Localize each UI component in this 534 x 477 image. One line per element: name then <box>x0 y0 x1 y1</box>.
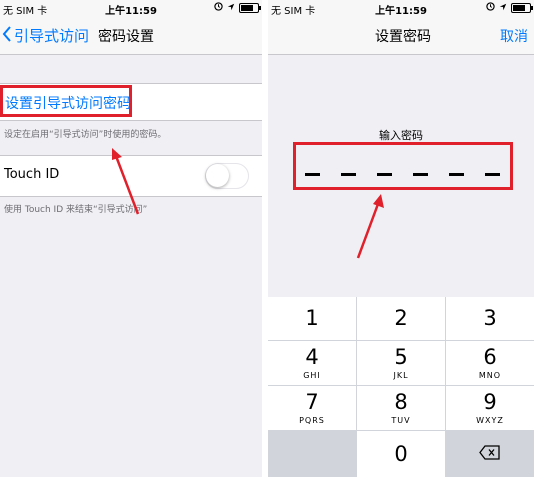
alarm-icon <box>486 2 495 14</box>
key-number: 1 <box>305 306 319 330</box>
key-letters: JKL <box>393 370 409 380</box>
key-number: 9 <box>483 389 497 414</box>
navigation-bar: 引导式访问 密码设置 <box>0 16 262 55</box>
key-2[interactable]: 2 <box>357 297 445 340</box>
key-number: 3 <box>483 306 497 330</box>
delete-backspace-icon <box>479 444 501 464</box>
key-number: 7 <box>305 389 319 414</box>
key-0[interactable]: 0 <box>357 431 445 477</box>
page-title: 设置密码 <box>375 29 431 45</box>
key-number: 0 <box>394 441 408 466</box>
back-chevron-icon <box>2 25 12 46</box>
key-5[interactable]: 5 JKL <box>357 341 445 385</box>
key-letters: WXYZ <box>476 415 504 425</box>
key-empty <box>268 431 356 477</box>
location-icon <box>227 3 235 14</box>
passcode-prompt: 输入密码 <box>379 129 423 142</box>
key-number: 2 <box>394 306 408 330</box>
key-number: 4 <box>305 344 319 369</box>
guided-access-passcode-settings-screen: 无 SIM 卡 上午11:59 引导式访问 密码设置 设置引导式访问密码 设定在… <box>0 0 262 477</box>
delete-key[interactable] <box>446 431 534 477</box>
alarm-icon <box>214 2 223 14</box>
toggle-knob <box>206 164 229 187</box>
battery-icon <box>239 3 261 13</box>
cancel-button[interactable]: 取消 <box>500 26 528 46</box>
status-icons <box>486 2 533 14</box>
key-4[interactable]: 4 GHI <box>268 341 356 385</box>
battery-icon <box>511 3 533 13</box>
navigation-bar: 设置密码 取消 <box>268 16 534 55</box>
red-arrow-annotation <box>112 148 140 215</box>
key-letters: TUV <box>391 415 411 425</box>
location-icon <box>499 3 507 14</box>
key-9[interactable]: 9 WXYZ <box>446 386 534 430</box>
key-letters: PQRS <box>299 415 325 425</box>
key-number: 5 <box>394 344 408 369</box>
key-letters: MNO <box>478 370 502 380</box>
annotation-highlight-box <box>0 85 132 117</box>
key-number: 6 <box>483 344 497 369</box>
touch-id-label: Touch ID <box>4 167 60 182</box>
key-3[interactable]: 3 <box>446 297 534 340</box>
annotation-highlight-box <box>293 142 513 190</box>
set-passcode-footer: 设定在启用“引导式访问”时使用的密码。 <box>4 130 167 140</box>
set-passcode-screen: 无 SIM 卡 上午11:59 设置密码 取消 输入密码 1 2 3 4 GHI… <box>268 0 534 477</box>
key-6[interactable]: 6 MNO <box>446 341 534 385</box>
back-label: 引导式访问 <box>14 27 90 45</box>
touch-id-toggle[interactable] <box>205 163 249 189</box>
status-bar: 无 SIM 卡 上午11:59 <box>268 0 534 17</box>
back-button[interactable]: 引导式访问 <box>2 25 89 46</box>
status-bar: 无 SIM 卡 上午11:59 <box>0 0 262 17</box>
red-arrow-annotation <box>356 194 384 259</box>
numeric-keypad: 1 2 3 4 GHI 5 JKL 6 MNO 7 PQRS 8 TUV 9 W… <box>268 297 534 477</box>
page-title: 密码设置 <box>98 29 154 45</box>
key-8[interactable]: 8 TUV <box>357 386 445 430</box>
key-7[interactable]: 7 PQRS <box>268 386 356 430</box>
key-number: 8 <box>394 389 408 414</box>
status-icons <box>214 2 261 14</box>
key-1[interactable]: 1 <box>268 297 356 340</box>
key-letters: GHI <box>303 370 321 380</box>
